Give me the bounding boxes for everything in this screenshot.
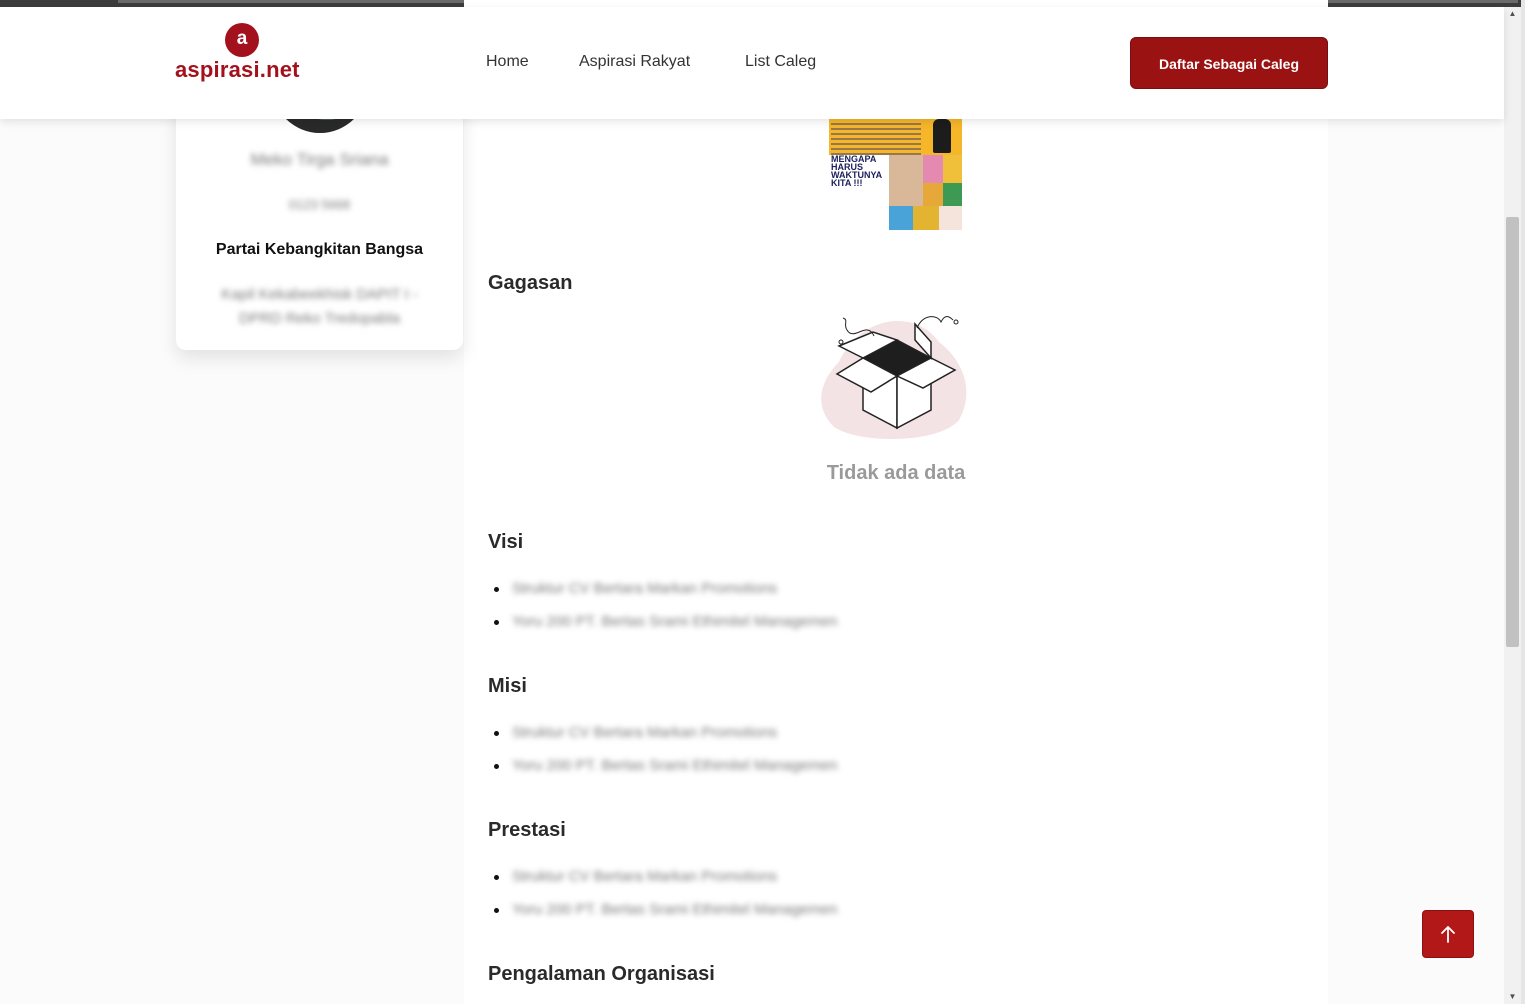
candidate-detail-content: MENGAPA HARUS WAKTUNYA KITA !!! Gagasan <box>464 0 1328 1004</box>
section-title-visi: Visi <box>488 531 524 553</box>
list-item: Yoru 200 PT. Bertas Srami Ethimitel Mana… <box>494 756 837 789</box>
section-title-misi: Misi <box>488 675 527 697</box>
section-title-prestasi: Prestasi <box>488 819 566 841</box>
empty-state-text: Tidak ada data <box>826 462 966 484</box>
open-box-icon <box>821 316 967 439</box>
campaign-poster-image[interactable]: MENGAPA HARUS WAKTUNYA KITA !!! <box>829 117 962 230</box>
logo-text[interactable]: aspirasi.net <box>175 57 300 83</box>
nav-home[interactable]: Home <box>486 53 529 71</box>
candidate-party: Partai Kebangkitan Bangsa <box>215 241 424 258</box>
list-item: Struktur CV Bertara Markan Promotions <box>494 579 837 612</box>
scroll-up-arrow-icon[interactable]: ▲ <box>1504 7 1521 21</box>
visi-list: Struktur CV Bertara Markan Promotions Yo… <box>494 579 837 645</box>
list-item: Yoru 200 PT. Bertas Srami Ethimitel Mana… <box>494 612 837 645</box>
scroll-down-arrow-icon[interactable]: ▼ <box>1504 990 1521 1004</box>
misi-list: Struktur CV Bertara Markan Promotions Yo… <box>494 723 837 789</box>
window-edge <box>1521 0 1525 1004</box>
logo-mark[interactable]: a <box>225 23 259 57</box>
candidate-number: 0123 5668 <box>288 197 351 212</box>
candidate-name: Meko Tirga Sriana <box>250 150 389 169</box>
page-scrollbar[interactable]: ▲ ▼ <box>1504 7 1521 1004</box>
section-title-gagasan: Gagasan <box>488 272 573 294</box>
top-navbar: a aspirasi.net Home Aspirasi Rakyat List… <box>0 7 1504 119</box>
list-item: Struktur CV Bertara Markan Promotions <box>494 867 837 900</box>
section-title-pengalaman-organisasi: Pengalaman Organisasi <box>488 963 715 985</box>
daftar-caleg-button[interactable]: Daftar Sebagai Caleg <box>1130 37 1328 89</box>
arrow-up-icon <box>1441 925 1455 943</box>
candidate-profile-card: Meko Tirga Sriana 0123 5668 Partai Keban… <box>176 20 463 350</box>
candidate-dapil: Kapil Kekabeekhisk DAPIT I - DPRD Reko T… <box>221 286 418 327</box>
poster-headline: MENGAPA HARUS WAKTUNYA KITA !!! <box>831 154 883 188</box>
nav-aspirasi-rakyat[interactable]: Aspirasi Rakyat <box>579 53 690 71</box>
list-item: Yoru 200 PT. Bertas Srami Ethimitel Mana… <box>494 900 837 933</box>
scrollbar-thumb[interactable] <box>1506 217 1519 647</box>
scroll-to-top-button[interactable] <box>1422 910 1474 958</box>
prestasi-list: Struktur CV Bertara Markan Promotions Yo… <box>494 867 837 933</box>
list-item: Struktur CV Bertara Markan Promotions <box>494 723 837 756</box>
nav-list-caleg[interactable]: List Caleg <box>745 53 816 71</box>
